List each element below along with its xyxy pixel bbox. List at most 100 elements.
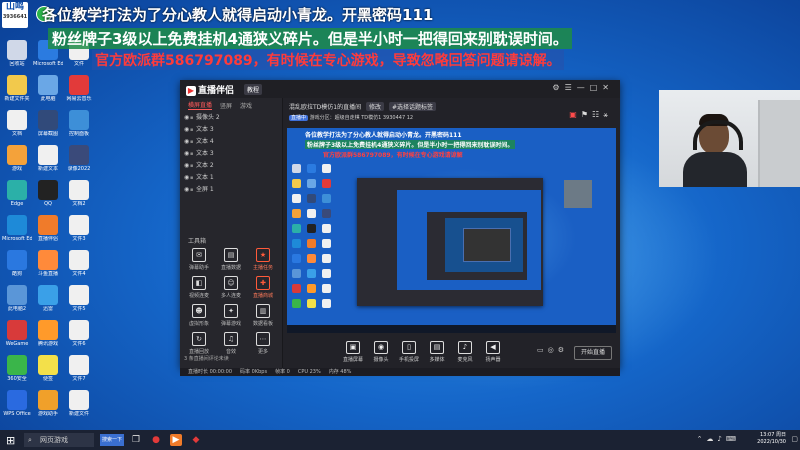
desktop-icon[interactable]: 文件4	[64, 250, 94, 277]
control-button[interactable]: ◉ 摄像头	[366, 341, 396, 363]
preview-desktop-icons	[289, 164, 351, 314]
desktop-icon[interactable]: 游戏	[2, 145, 32, 172]
desktop-icon[interactable]: 直播伴侣	[33, 215, 63, 242]
desktop-icon[interactable]: Microsoft Edge	[2, 215, 32, 242]
desktop-icon[interactable]: 控制面板	[64, 110, 94, 137]
desktop-icon[interactable]: 此电脑2	[2, 285, 32, 312]
source-row[interactable]: ◉ ▪ 文本 2	[180, 160, 282, 172]
desktop-icon[interactable]: 360安全	[2, 355, 32, 382]
lock-icon[interactable]: ▪	[190, 112, 193, 124]
desktop-icon[interactable]: 迅雷	[33, 285, 63, 312]
desktop-icon[interactable]: 游戏助手	[33, 390, 63, 417]
app-tag[interactable]: 教程	[244, 84, 263, 95]
netease-music-icon[interactable]: ●	[150, 434, 162, 446]
desktop-icon[interactable]: 酷狗	[2, 250, 32, 277]
desktop-icon[interactable]: 文件6	[64, 320, 94, 347]
lock-icon[interactable]: ▪	[190, 136, 193, 148]
tool-button[interactable]: ☺ 多人连麦	[216, 276, 246, 299]
desktop-icon[interactable]: 网易云音乐	[64, 75, 94, 102]
tool-button[interactable]: ↻ 直播回放	[184, 332, 214, 355]
desktop-icon[interactable]: 文档	[2, 110, 32, 137]
start-live-button[interactable]: 开始直播	[574, 346, 612, 360]
eye-icon[interactable]: ◉	[184, 112, 189, 124]
lock-icon[interactable]: ▪	[190, 160, 193, 172]
desktop-icon[interactable]: WeGame	[2, 320, 32, 347]
task-view-icon[interactable]: ❐	[130, 434, 142, 446]
app-red-icon[interactable]: ◆	[190, 434, 202, 446]
desktop-icon-label: 文件	[73, 61, 84, 67]
desktop-icon[interactable]: 录像2022	[64, 145, 94, 172]
desktop-icon-label: 迅雷	[42, 306, 53, 312]
eye-icon[interactable]: ◉	[184, 148, 189, 160]
lock-icon[interactable]: ▪	[190, 184, 193, 196]
control-button[interactable]: ▤ 多媒体	[422, 341, 452, 363]
desktop-icon[interactable]: 新建文本	[33, 145, 63, 172]
desktop-icon[interactable]: 斗鱼直播	[33, 250, 63, 277]
scene-tab[interactable]: 横屏直播	[188, 100, 213, 110]
desktop-icon[interactable]: 便签	[33, 355, 63, 382]
tool-button[interactable]: ✚ 直播商城	[248, 276, 278, 299]
desktop-icon[interactable]: Edge	[2, 180, 32, 207]
control-button[interactable]: ◀ 扬声器	[478, 341, 508, 363]
status-item: CPU 23%	[297, 369, 321, 375]
tool-button[interactable]: ✉ 弹幕助手	[184, 248, 214, 271]
lock-icon[interactable]: ▪	[190, 172, 193, 184]
tool-label: 弹幕助手	[188, 265, 209, 271]
eye-icon[interactable]: ◉	[184, 136, 189, 148]
taskbar-search[interactable]: ⌕ 网页游戏	[24, 433, 94, 447]
desktop-icon[interactable]: 新建文件	[64, 390, 94, 417]
source-row[interactable]: ◉ ▪ 文本 3	[180, 148, 282, 160]
lock-icon[interactable]: ▪	[190, 124, 193, 136]
source-row[interactable]: ◉ ▪ 文本 1	[180, 172, 282, 184]
notification-icon[interactable]: ▢	[791, 435, 798, 443]
tool-button[interactable]: ☻ 虚拟形象	[184, 304, 214, 327]
taskbar-clock[interactable]: 13:07 周日 2022/10/30	[757, 432, 786, 446]
source-row[interactable]: ◉ ▪ 全屏 1	[180, 184, 282, 196]
eye-icon[interactable]: ◉	[184, 184, 189, 196]
desktop-icon[interactable]: 文件7	[64, 355, 94, 382]
control-button[interactable]: ▯ 手机投屏	[394, 341, 424, 363]
tool-button[interactable]: ⋯ 更多	[248, 332, 278, 355]
system-tray[interactable]: ⌃☁♪⌨	[697, 435, 740, 443]
tool-button[interactable]: ✦ 弹幕游戏	[216, 304, 246, 327]
scene-tab[interactable]: 游戏	[240, 101, 252, 110]
tool-button[interactable]: ▤ 直播数据	[216, 248, 246, 271]
eye-icon[interactable]: ◉	[184, 160, 189, 172]
source-row[interactable]: ◉ ▪ 摄像头 2	[180, 112, 282, 124]
desktop-icon[interactable]: 新建文件夹	[2, 75, 32, 102]
tool-button[interactable]: ▥ 数据看板	[248, 304, 278, 327]
top-right-icons[interactable]: ▣⚑☷⚹	[569, 110, 612, 120]
tool-button[interactable]: ♫ 音效	[216, 332, 246, 355]
gift-icon[interactable]: ▣	[569, 110, 581, 119]
comment-notice[interactable]: 3 条直播间评论未读	[184, 355, 278, 362]
windows-start-icon[interactable]: ⊞	[6, 434, 15, 447]
live-companion-taskbar-icon[interactable]: ▶	[170, 434, 182, 446]
side-control-icons[interactable]: ▭◎⚙	[537, 346, 568, 354]
window-controls[interactable]: ⚙☰—□✕	[552, 83, 614, 92]
streamer-body	[683, 152, 747, 187]
desktop-icon[interactable]: 文件5	[64, 285, 94, 312]
tool-button[interactable]: ★ 主播任务	[248, 248, 278, 271]
desktop-icon[interactable]: 文件3	[64, 215, 94, 242]
stream-preview[interactable]: 各位教学打法为了分心教人就得启动小青龙。开黑密码111 粉丝牌子3级以上免费挂机…	[287, 128, 616, 333]
eye-icon[interactable]: ◉	[184, 172, 189, 184]
lock-icon[interactable]: ▪	[190, 148, 193, 160]
source-row[interactable]: ◉ ▪ 文本 3	[180, 124, 282, 136]
control-button[interactable]: ▣ 直播屏幕	[338, 341, 368, 363]
desktop-icon[interactable]: 此电脑	[33, 75, 63, 102]
desktop-icon[interactable]: 回收站	[2, 40, 32, 67]
source-row[interactable]: ◉ ▪ 文本 4	[180, 136, 282, 148]
desktop-icon[interactable]: QQ	[33, 180, 63, 207]
edit-room-button[interactable]: 修改	[366, 102, 385, 111]
scene-tab[interactable]: 竖屏	[220, 101, 232, 110]
preview-desktop-icon	[322, 239, 331, 248]
eye-icon[interactable]: ◉	[184, 124, 189, 136]
topic-tag-button[interactable]: #选择话题标签	[388, 102, 436, 111]
taskbar-active-app[interactable]: 搜索一下	[100, 434, 124, 446]
control-button[interactable]: ♪ 麦克风	[450, 341, 480, 363]
desktop-icon[interactable]: 腾讯游戏	[33, 320, 63, 347]
desktop-icon[interactable]: 文档2	[64, 180, 94, 207]
desktop-icon[interactable]: WPS Office	[2, 390, 32, 417]
tool-button[interactable]: ◧ 视频连麦	[184, 276, 214, 299]
desktop-icon[interactable]: 屏幕截图	[33, 110, 63, 137]
